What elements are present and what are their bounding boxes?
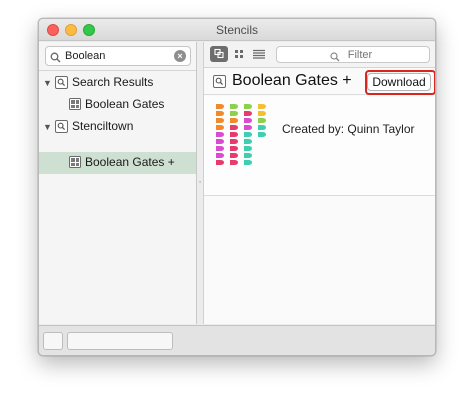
gate-glyph: [216, 132, 224, 137]
disclosure-triangle-icon[interactable]: ▼: [43, 78, 52, 88]
gate-glyph: [230, 104, 238, 109]
sidebar-item-label: Search Results: [72, 75, 154, 89]
gate-glyph: [244, 118, 252, 123]
sidebar-item-boolean-gates-plus[interactable]: Boolean Gates +: [39, 152, 196, 174]
empty-area: [204, 197, 435, 324]
stencil-title: Boolean Gates +: [232, 72, 352, 89]
gate-glyph: [244, 104, 252, 109]
stencil-header: Boolean Gates + Download: [204, 69, 435, 95]
sidebar: × ▼ Search Results Boolean Gates ▼: [39, 42, 197, 324]
icon-view-icon: [214, 48, 224, 59]
view-toolbar: [204, 42, 435, 68]
stencils-window: Stencils × ▼ Search Results Boolean Ga: [38, 18, 436, 356]
gate-glyph: [216, 160, 224, 165]
download-button[interactable]: Download: [367, 73, 431, 91]
divider: [39, 70, 196, 71]
filter-field[interactable]: [276, 46, 430, 63]
gate-glyph: [244, 160, 252, 165]
sidebar-item-stenciltown[interactable]: ▼ Stenciltown: [39, 116, 196, 138]
gate-glyph: [216, 111, 224, 116]
gate-glyph: [244, 125, 252, 130]
gate-glyph: [244, 146, 252, 151]
gate-glyph: [216, 139, 224, 144]
grid-view-button[interactable]: [230, 46, 248, 62]
sidebar-item-boolean-gates[interactable]: Boolean Gates: [39, 94, 196, 116]
gate-glyph: [258, 104, 266, 109]
sidebar-item-label: Boolean Gates +: [85, 155, 175, 169]
gate-glyph: [216, 146, 224, 151]
gate-glyph: [216, 125, 224, 130]
search-icon: [50, 50, 61, 68]
window-title: Stencils: [215, 23, 259, 37]
gate-glyph: [230, 160, 238, 165]
gate-glyph: [258, 132, 266, 137]
clear-search-icon[interactable]: ×: [174, 50, 186, 62]
stencil-preview-thumbnail: [216, 104, 266, 165]
gate-glyph: [216, 153, 224, 158]
icon-view-button[interactable]: [210, 46, 228, 62]
gate-glyph: [230, 118, 238, 123]
gate-glyph: [244, 139, 252, 144]
bottom-field[interactable]: [67, 332, 173, 350]
search-field[interactable]: ×: [45, 46, 191, 66]
creator-label: Created by: Quinn Taylor: [282, 122, 415, 136]
filter-input[interactable]: [277, 48, 429, 62]
gate-glyph: [230, 139, 238, 144]
sidebar-item-label: Stenciltown: [72, 119, 134, 133]
gate-glyph: [230, 111, 238, 116]
stencil-icon: [69, 98, 82, 111]
gate-glyph: [258, 111, 266, 116]
detail-pane: Boolean Gates + Download Created by: Qui…: [203, 42, 435, 324]
grid-view-icon: [235, 50, 243, 58]
sidebar-item-label: Boolean Gates: [85, 97, 165, 111]
list-view-button[interactable]: [250, 46, 268, 62]
search-folder-icon: [213, 75, 226, 88]
action-button[interactable]: [43, 332, 63, 350]
stencil-details: Created by: Quinn Taylor: [204, 96, 435, 196]
search-folder-icon: [55, 76, 68, 89]
list-view-icon: [253, 49, 265, 59]
sidebar-item-search-results[interactable]: ▼ Search Results: [39, 72, 196, 94]
title-bar: Stencils: [39, 19, 435, 41]
gate-glyph: [216, 104, 224, 109]
stencil-icon: [69, 156, 82, 169]
gate-glyph: [216, 118, 224, 123]
search-folder-icon: [55, 120, 68, 133]
gate-glyph: [244, 111, 252, 116]
search-input[interactable]: [65, 48, 170, 64]
gate-glyph: [230, 153, 238, 158]
gate-glyph: [230, 125, 238, 130]
gate-glyph: [230, 132, 238, 137]
disclosure-triangle-icon[interactable]: ▼: [43, 122, 52, 132]
gate-glyph: [230, 146, 238, 151]
gate-glyph: [258, 125, 266, 130]
gate-glyph: [244, 132, 252, 137]
gate-glyph: [258, 118, 266, 123]
bottom-bar: [39, 325, 435, 355]
gate-glyph: [244, 153, 252, 158]
